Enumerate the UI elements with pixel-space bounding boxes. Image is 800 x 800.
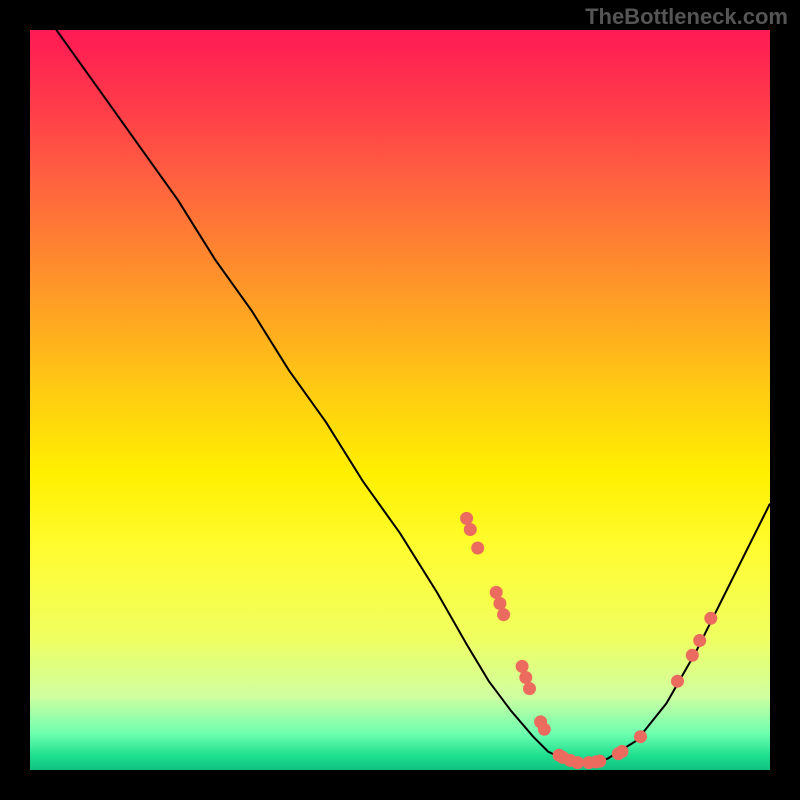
curve-markers xyxy=(460,512,717,769)
data-marker xyxy=(523,682,536,695)
data-marker xyxy=(516,660,529,673)
data-marker xyxy=(616,745,629,758)
data-marker xyxy=(704,612,717,625)
data-marker xyxy=(634,730,647,743)
data-marker xyxy=(497,608,510,621)
data-marker xyxy=(571,756,584,769)
data-marker xyxy=(490,586,503,599)
watermark-text: TheBottleneck.com xyxy=(585,4,788,30)
data-marker xyxy=(471,542,484,555)
data-marker xyxy=(686,649,699,662)
data-marker xyxy=(693,634,706,647)
data-marker xyxy=(460,512,473,525)
data-marker xyxy=(464,523,477,536)
plot-area xyxy=(30,30,770,770)
data-marker xyxy=(493,597,506,610)
curve-line xyxy=(30,30,770,763)
data-marker xyxy=(538,723,551,736)
chart-overlay xyxy=(30,30,770,770)
data-marker xyxy=(519,671,532,684)
data-marker xyxy=(593,755,606,768)
data-marker xyxy=(671,675,684,688)
